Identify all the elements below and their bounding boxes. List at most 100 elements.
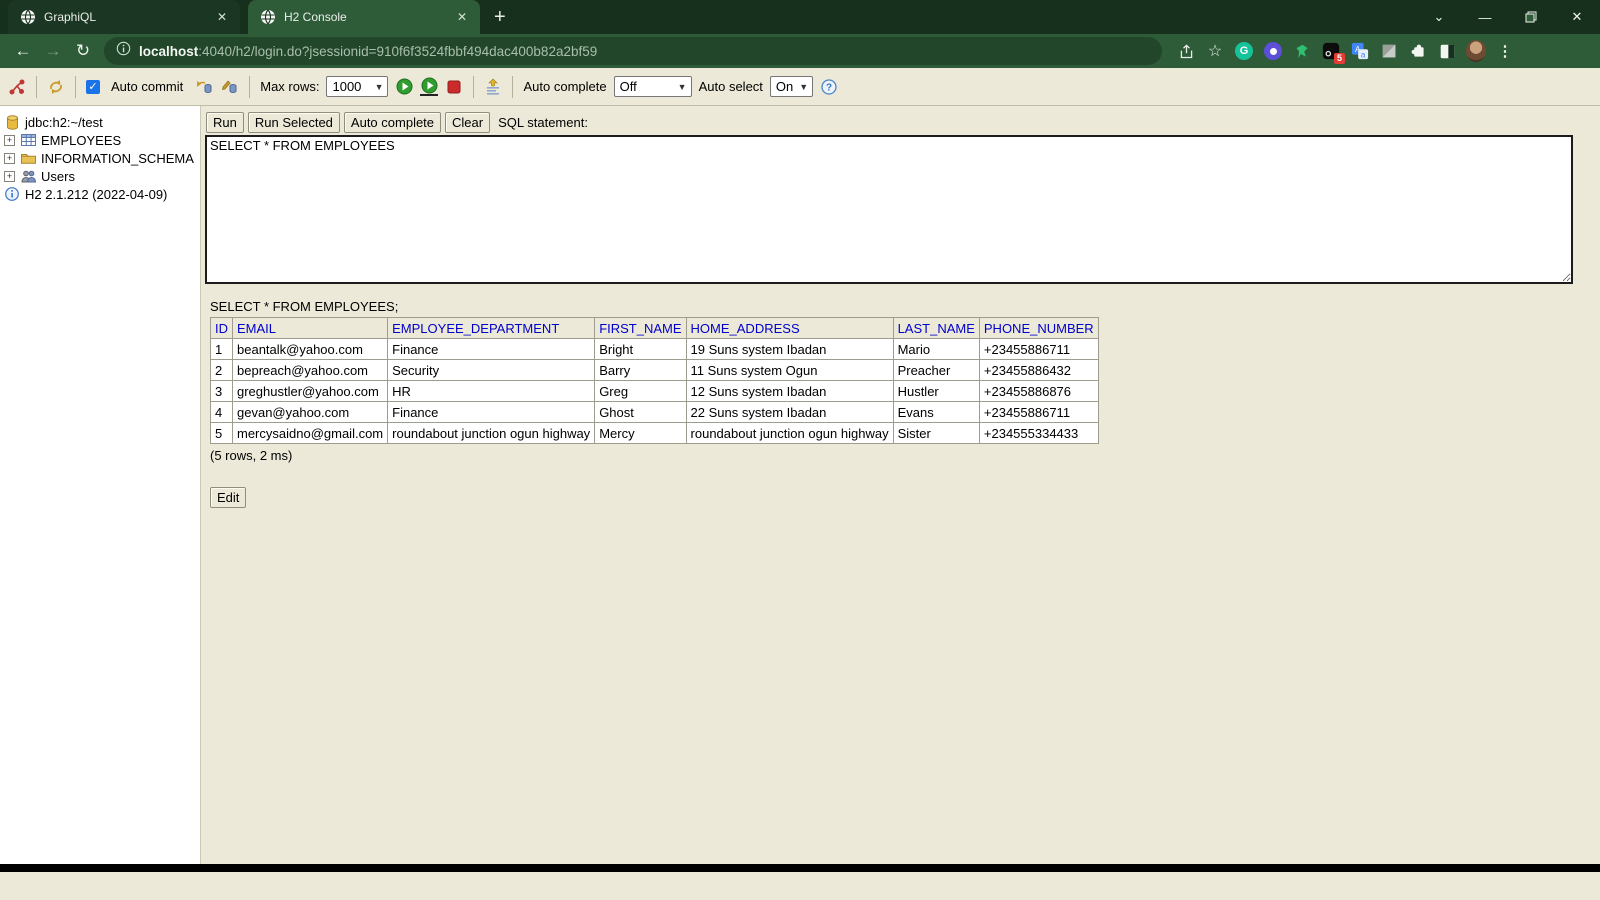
table-cell[interactable]: Preacher [892,359,980,381]
table-cell[interactable]: Mario [892,338,980,360]
browser-navbar: ← → ↻ localhost:4040/h2/login.do?jsessio… [0,34,1600,68]
grammarly-extension-icon[interactable]: G [1234,41,1254,61]
stop-icon[interactable] [445,78,463,96]
run-icon[interactable] [395,78,413,96]
table-cell[interactable]: HR [387,380,596,402]
table-cell[interactable]: Ghost [594,401,687,423]
profile-avatar[interactable] [1466,40,1486,62]
table-cell[interactable]: +23455886432 [978,359,1099,381]
auto-complete-label: Auto complete [523,79,607,94]
table-cell[interactable]: 3 [210,380,233,402]
reload-button[interactable]: ↻ [68,37,98,65]
expand-icon[interactable]: + [4,152,15,164]
table-cell[interactable]: gevan@yahoo.com [231,401,389,423]
browser-tabstrip: GraphiQL ✕ H2 Console ✕ + ⌄ — ✕ [0,0,1600,34]
results-table: ID EMAIL EMPLOYEE_DEPARTMENT FIRST_NAME … [210,317,1099,444]
table-cell[interactable]: mercysaidno@gmail.com [231,422,389,444]
disconnect-icon[interactable] [8,78,26,96]
run-button[interactable]: Run [206,112,244,133]
column-header[interactable]: PHONE_NUMBER [978,317,1099,339]
rollback-icon[interactable] [196,78,214,96]
format-sql-icon[interactable] [484,78,502,96]
run-selected-button[interactable]: Run Selected [247,112,340,133]
column-header[interactable]: FIRST_NAME [594,317,687,339]
tab-search-chevron-icon[interactable]: ⌄ [1416,0,1462,34]
table-cell[interactable]: +23455886711 [978,338,1099,360]
column-header[interactable]: EMAIL [231,317,389,339]
browser-menu-icon[interactable]: ⋮ [1495,41,1515,61]
close-window-button[interactable]: ✕ [1554,0,1600,34]
tree-item-information-schema[interactable]: + INFORMATION_SCHEMA [4,149,196,167]
green-bird-extension-icon[interactable] [1292,41,1312,61]
table-cell[interactable]: roundabout junction ogun highway [685,422,894,444]
column-header[interactable]: LAST_NAME [892,317,980,339]
table-cell[interactable]: Bright [594,338,687,360]
tab-close-icon[interactable]: ✕ [214,10,230,24]
table-cell[interactable]: Evans [892,401,980,423]
table-cell[interactable]: 1 [210,338,233,360]
minimize-button[interactable]: — [1462,0,1508,34]
table-cell[interactable]: Mercy [594,422,687,444]
table-cell[interactable]: 11 Suns system Ogun [685,359,894,381]
run-selected-icon[interactable] [420,77,439,96]
clear-button[interactable]: Clear [445,112,491,133]
table-cell[interactable]: greghustler@yahoo.com [231,380,389,402]
column-header[interactable]: ID [210,317,233,339]
table-row: 3 greghustler@yahoo.com HR Greg 12 Suns syst… [210,380,1099,402]
table-cell[interactable]: 12 Suns system Ibadan [685,380,894,402]
table-cell[interactable]: Finance [387,401,596,423]
max-rows-select[interactable]: 1000 ▼ [326,76,389,97]
address-bar[interactable]: localhost:4040/h2/login.do?jsessionid=91… [104,37,1162,65]
dark-extension-icon[interactable]: 5 [1321,41,1345,64]
expand-icon[interactable]: + [4,134,15,146]
table-row: 2 bepreach@yahoo.com Security Barry 11 Suns … [210,359,1099,381]
tab-graphiql[interactable]: GraphiQL ✕ [8,0,240,34]
extensions-puzzle-icon[interactable] [1408,41,1428,61]
table-cell[interactable]: Hustler [892,380,980,402]
table-cell[interactable]: 4 [210,401,233,423]
tree-item-connection[interactable]: jdbc:h2:~/test [4,113,196,131]
column-header[interactable]: HOME_ADDRESS [685,317,894,339]
table-cell[interactable]: 2 [210,359,233,381]
bookmark-star-icon[interactable]: ☆ [1205,41,1225,61]
purple-extension-icon[interactable] [1263,41,1283,61]
sidepanel-icon[interactable] [1437,41,1457,61]
gray-extension-icon[interactable] [1379,41,1399,61]
table-cell[interactable]: +23455886876 [978,380,1099,402]
table-cell[interactable]: Barry [594,359,687,381]
tree-item-employees[interactable]: + EMPLOYEES [4,131,196,149]
column-header[interactable]: EMPLOYEE_DEPARTMENT [387,317,596,339]
auto-commit-checkbox[interactable]: ✓ [86,79,100,94]
forward-button[interactable]: → [38,37,68,65]
table-cell[interactable]: Security [387,359,596,381]
share-icon[interactable] [1176,41,1196,61]
table-cell[interactable]: +23455886711 [978,401,1099,423]
refresh-icon[interactable] [47,78,65,96]
tree-item-users[interactable]: + Users [4,167,196,185]
table-cell[interactable]: 22 Suns system Ibadan [685,401,894,423]
table-cell[interactable]: 19 Suns system Ibadan [685,338,894,360]
tab-h2-console[interactable]: H2 Console ✕ [248,0,480,34]
tab-close-icon[interactable]: ✕ [454,10,470,24]
auto-complete-button[interactable]: Auto complete [343,112,442,133]
table-cell[interactable]: 5 [210,422,233,444]
table-cell[interactable]: beantalk@yahoo.com [231,338,389,360]
table-cell[interactable]: +234555334433 [978,422,1099,444]
new-tab-button[interactable]: + [480,6,520,29]
auto-complete-select[interactable]: Off ▼ [613,76,692,97]
sql-input[interactable]: SELECT * FROM EMPLOYEES [205,135,1573,284]
restore-button[interactable] [1508,0,1554,34]
auto-select-select[interactable]: On ▼ [769,76,814,97]
edit-button[interactable]: Edit [210,487,247,508]
translate-extension-icon[interactable]: Aa [1350,41,1370,61]
back-button[interactable]: ← [8,37,38,65]
table-cell[interactable]: bepreach@yahoo.com [231,359,389,381]
table-cell[interactable]: Sister [892,422,980,444]
site-info-icon[interactable] [116,41,131,61]
expand-icon[interactable]: + [4,170,15,182]
edit-database-icon[interactable] [221,78,239,96]
table-cell[interactable]: Finance [387,338,596,360]
table-cell[interactable]: roundabout junction ogun highway [387,422,596,444]
table-cell[interactable]: Greg [594,380,687,402]
help-icon[interactable]: ? [820,78,838,96]
